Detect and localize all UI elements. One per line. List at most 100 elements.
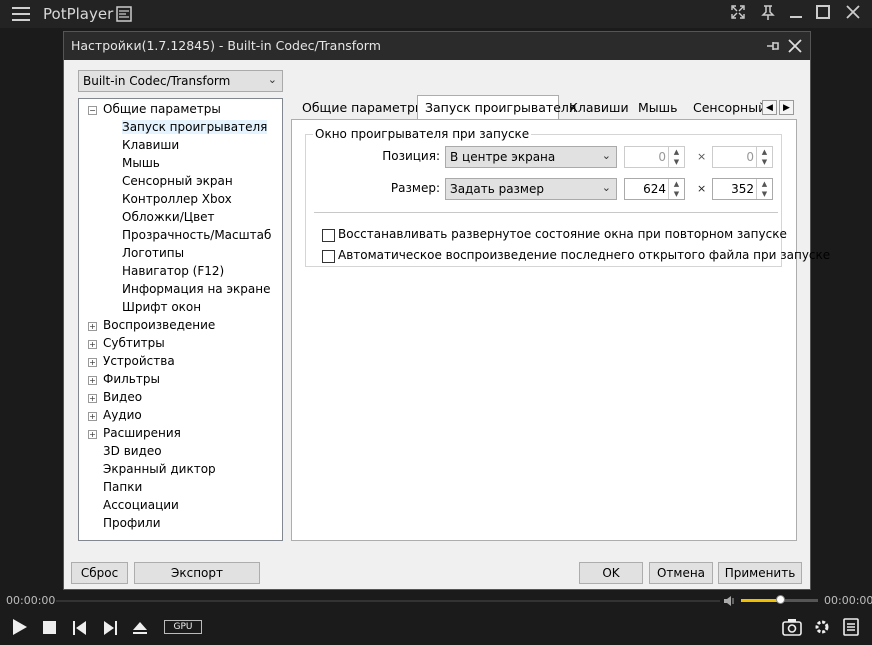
tree-item-keys[interactable]: Клавиши <box>122 138 179 152</box>
tree-item-xbox[interactable]: Контроллер Xbox <box>122 192 232 206</box>
restore-maximized-checkbox[interactable] <box>322 229 335 242</box>
dialog-titlebar: Настройки(1.7.12845) - Built-in Codec/Tr… <box>64 32 810 60</box>
tab-scroll-left-icon[interactable]: ◀ <box>762 100 777 115</box>
times-sign: × <box>697 150 707 163</box>
ok-button[interactable]: OK <box>579 562 643 584</box>
group-legend: Окно проигрывателя при запуске <box>313 127 532 141</box>
tree-item-playback[interactable]: Воспроизведение <box>103 318 215 332</box>
gpu-badge[interactable]: GPU <box>164 620 202 634</box>
app-title: PotPlayer <box>43 5 114 23</box>
size-width-spin[interactable]: 624 ▲ ▼ <box>624 178 685 200</box>
spin-arrows-icon: ▲ ▼ <box>756 147 772 167</box>
tree-item-audio[interactable]: Аудио <box>103 408 142 422</box>
size-label: Размер: <box>390 181 440 195</box>
spin-arrows-icon[interactable]: ▲ ▼ <box>756 179 772 199</box>
previous-icon[interactable] <box>73 620 87 639</box>
minimize-icon[interactable] <box>785 4 807 24</box>
dialog-title: Настройки(1.7.12845) - Built-in Codec/Tr… <box>71 38 381 53</box>
tree-expand-icon[interactable]: + <box>88 430 97 439</box>
size-height-value: 352 <box>731 182 754 196</box>
position-combo-value: В центре экрана <box>450 150 556 164</box>
tree-item-general[interactable]: Общие параметры <box>103 102 221 116</box>
total-time: 00:00:00 <box>824 594 872 607</box>
tree-expand-icon[interactable]: + <box>88 394 97 403</box>
settings-tree[interactable]: − Общие параметры Запуск проигрывателя К… <box>78 98 283 541</box>
gpu-label: GPU <box>173 622 193 632</box>
tree-item-touchscreen[interactable]: Сенсорный экран <box>122 174 233 188</box>
autoplay-last-checkbox[interactable] <box>322 250 335 263</box>
close-icon[interactable] <box>842 4 864 24</box>
mute-icon[interactable] <box>723 594 737 611</box>
tab-scroll-right-icon[interactable]: ▶ <box>779 100 794 115</box>
chevron-down-icon: ⌄ <box>601 149 611 162</box>
autoplay-last-label[interactable]: Автоматическое воспроизведение последнег… <box>338 248 830 262</box>
playlist-icon[interactable] <box>116 6 132 25</box>
tree-expand-icon[interactable]: + <box>88 322 97 331</box>
eject-icon[interactable] <box>132 620 148 639</box>
menu-icon[interactable] <box>12 6 30 22</box>
playlist-menu-icon[interactable] <box>843 618 859 640</box>
maximize-icon[interactable] <box>812 4 834 24</box>
times-sign: × <box>697 182 707 195</box>
position-combo[interactable]: В центре экрана ⌄ <box>445 146 617 168</box>
tree-item-window-font[interactable]: Шрифт окон <box>122 300 201 314</box>
export-settings-button[interactable]: Экспорт настроек... <box>134 562 260 600</box>
size-combo-value: Задать размер <box>450 182 544 196</box>
player-titlebar: PotPlayer <box>0 0 872 28</box>
seek-bar[interactable] <box>56 600 720 602</box>
position-y-value: 0 <box>746 150 754 164</box>
size-combo[interactable]: Задать размер ⌄ <box>445 178 617 200</box>
spin-arrows-icon[interactable]: ▲ ▼ <box>668 179 684 199</box>
tree-item-subtitles[interactable]: Субтитры <box>103 336 165 350</box>
dialog-pin-icon[interactable] <box>765 38 781 57</box>
tree-collapse-icon[interactable]: − <box>88 106 97 115</box>
play-icon[interactable] <box>12 618 28 640</box>
camera-icon[interactable] <box>782 618 802 640</box>
tree-item-folders[interactable]: Папки <box>103 480 142 494</box>
tree-item-narrator[interactable]: Экранный диктор <box>103 462 216 476</box>
tree-item-extensions[interactable]: Расширения <box>103 426 181 440</box>
tree-item-mouse[interactable]: Мышь <box>122 156 160 170</box>
volume-knob[interactable] <box>775 595 785 604</box>
tree-expand-icon[interactable]: + <box>88 340 97 349</box>
tab-startup[interactable]: Запуск проигрывателя <box>417 95 576 120</box>
spin-arrows-icon: ▲ ▼ <box>668 147 684 167</box>
tree-item-navigator[interactable]: Навигатор (F12) <box>122 264 224 278</box>
tab-keys[interactable]: Клавиши <box>569 96 629 119</box>
fullscreen-icon[interactable] <box>727 4 749 24</box>
tree-item-video[interactable]: Видео <box>103 390 142 404</box>
tree-expand-icon[interactable]: + <box>88 412 97 421</box>
tree-expand-icon[interactable]: + <box>88 376 97 385</box>
dialog-close-icon[interactable] <box>787 38 803 57</box>
tab-touch[interactable]: Сенсорный <box>693 96 766 119</box>
restore-maximized-label[interactable]: Восстанавливать развернутое состояние ок… <box>338 227 787 241</box>
tree-item-osd[interactable]: Информация на экране <box>122 282 271 296</box>
size-height-spin[interactable]: 352 ▲ ▼ <box>712 178 773 200</box>
tree-item-profiles[interactable]: Профили <box>103 516 161 530</box>
tab-general[interactable]: Общие параметры <box>302 96 425 119</box>
tree-item-3d-video[interactable]: 3D видео <box>103 444 162 458</box>
preferences-dialog: Настройки(1.7.12845) - Built-in Codec/Tr… <box>63 31 830 600</box>
pin-icon[interactable] <box>757 4 779 24</box>
tree-expand-icon[interactable]: + <box>88 358 97 367</box>
position-x-value: 0 <box>658 150 666 164</box>
volume-fill <box>741 599 780 602</box>
stop-icon[interactable] <box>43 620 57 639</box>
tree-item-skins[interactable]: Обложки/Цвет <box>122 210 215 224</box>
elapsed-time: 00:00:00 <box>6 594 56 607</box>
tree-item-startup[interactable]: Запуск проигрывателя <box>122 120 268 134</box>
chevron-down-icon: ⌄ <box>267 73 277 86</box>
volume-slider[interactable] <box>741 595 818 604</box>
tree-item-filters[interactable]: Фильтры <box>103 372 160 386</box>
gear-icon[interactable] <box>813 618 831 640</box>
apply-button[interactable]: Применить <box>718 562 802 584</box>
tree-item-devices[interactable]: Устройства <box>103 354 175 368</box>
tree-item-logos[interactable]: Логотипы <box>122 246 184 260</box>
reset-button[interactable]: Сброс <box>71 562 128 584</box>
cancel-button[interactable]: Отмена <box>649 562 713 584</box>
tab-mouse[interactable]: Мышь <box>638 96 677 119</box>
tree-item-transparency[interactable]: Прозрачность/Масштаб <box>122 228 271 242</box>
next-icon[interactable] <box>103 620 117 639</box>
tree-item-associations[interactable]: Ассоциации <box>103 498 179 512</box>
profile-combo[interactable]: Built-in Codec/Transform ⌄ <box>78 70 283 92</box>
